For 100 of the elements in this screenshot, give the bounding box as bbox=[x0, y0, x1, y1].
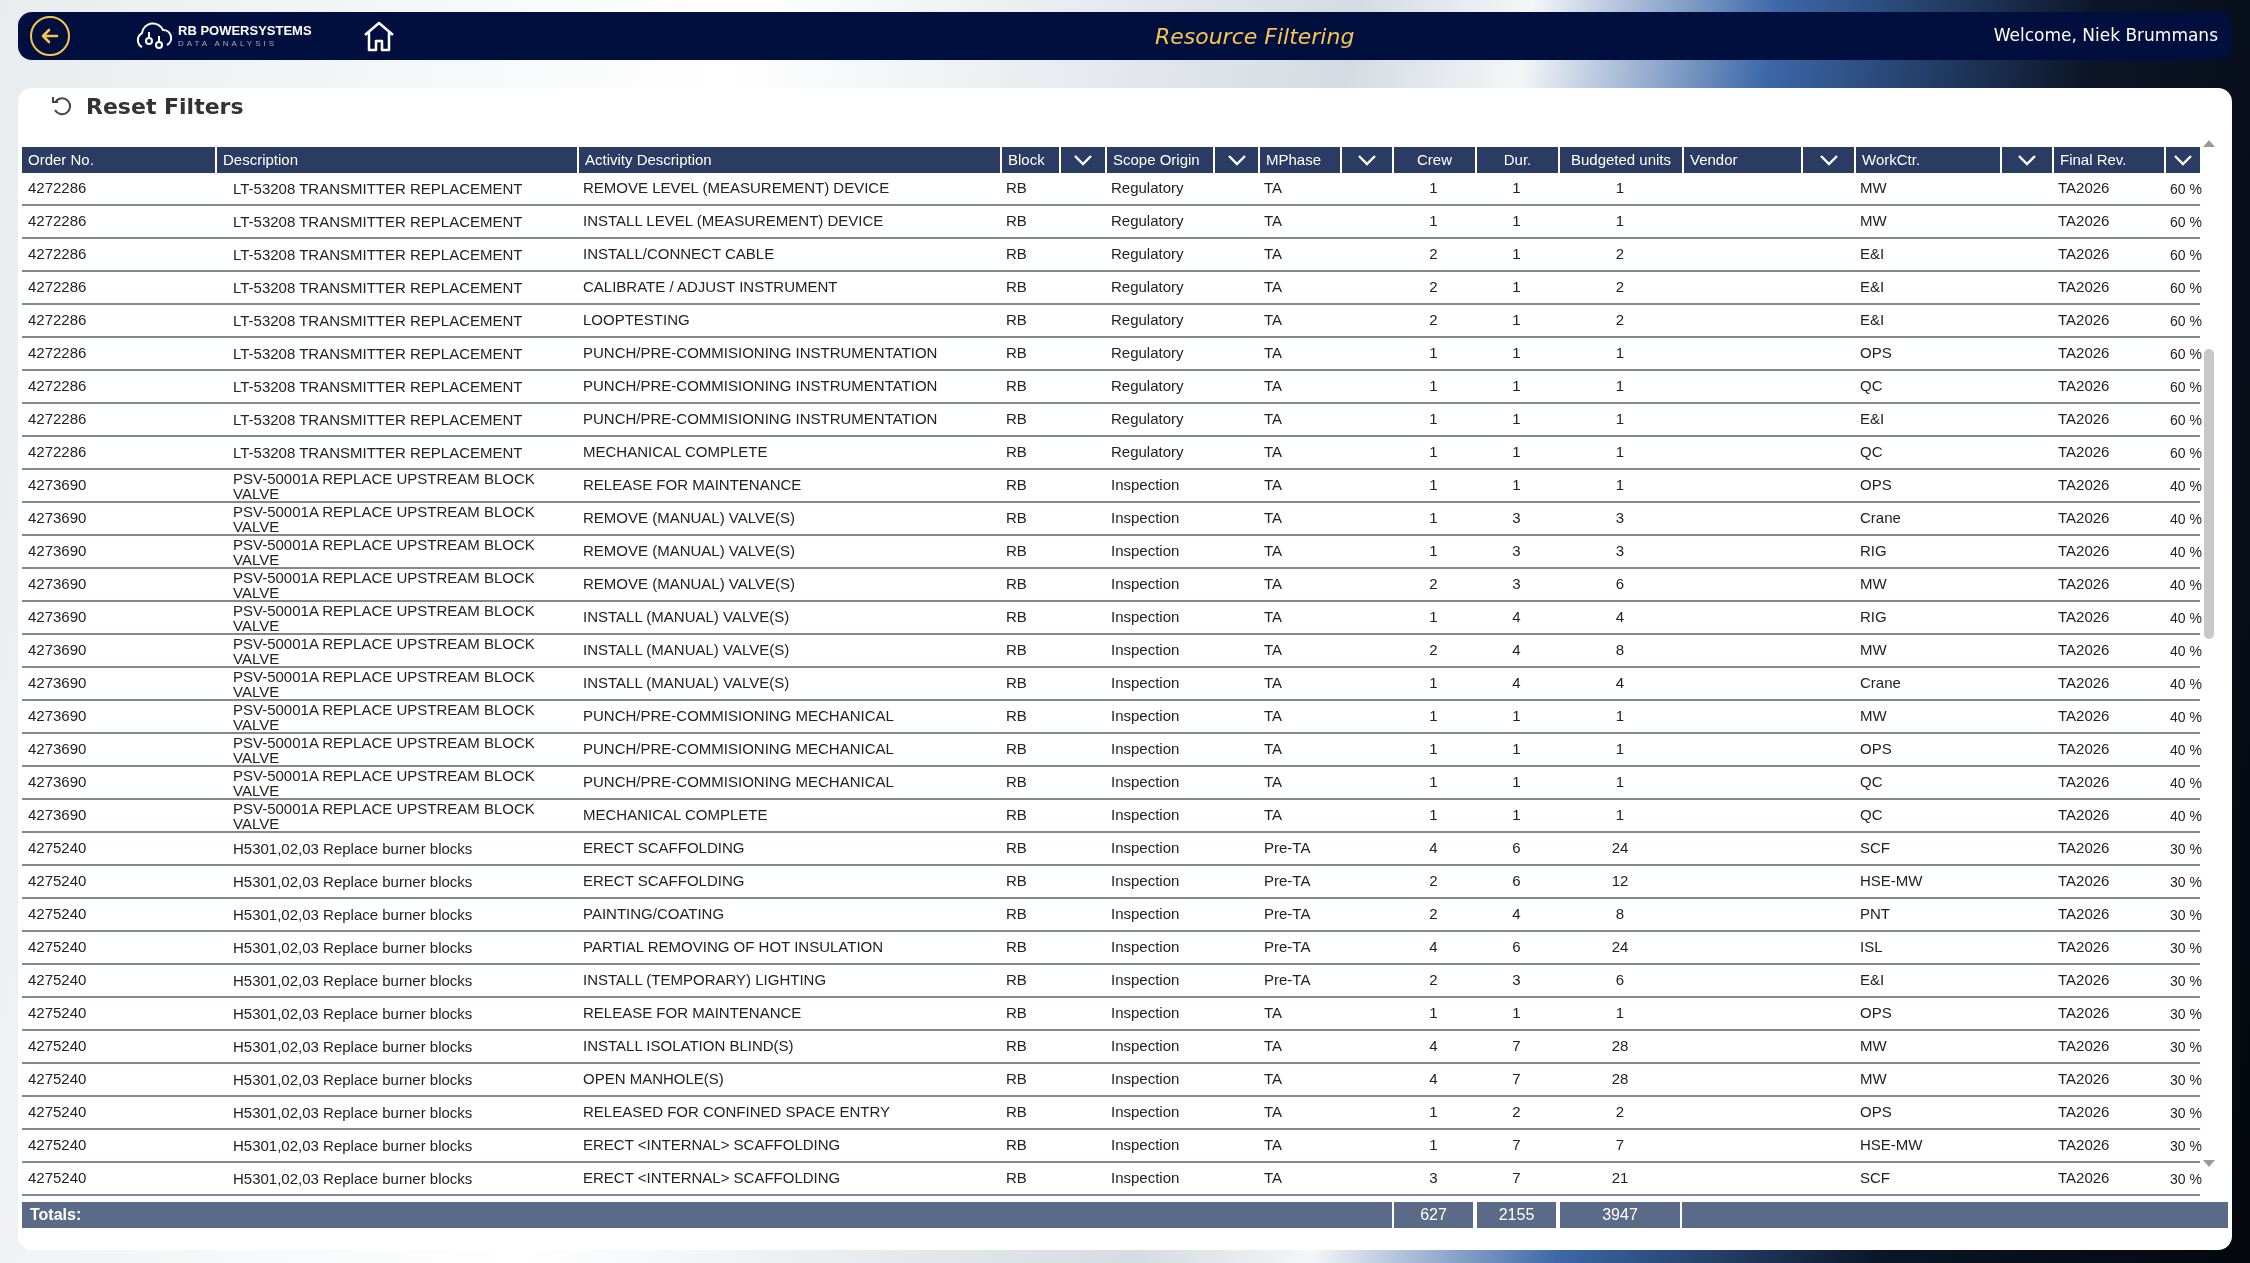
column-header: Final Rev. bbox=[2052, 147, 2164, 173]
table-cell-text: LT-53208 TRANSMITTER REPLACEMENT bbox=[232, 379, 524, 394]
table-cell-text: PUNCH/PRE-COMMISIONING MECHANICAL bbox=[582, 739, 895, 760]
table-cell-text: PSV-50001A REPLACE UPSTREAM BLOCK VALVE bbox=[232, 569, 536, 600]
table-cell-text: 7 bbox=[1614, 1135, 1626, 1156]
table-cell-text: Regulatory bbox=[1110, 178, 1185, 199]
table-cell-text: 7 bbox=[1511, 1036, 1522, 1057]
table-cell-text: 1 bbox=[1511, 442, 1522, 463]
table-cell-text: 30 % bbox=[2169, 906, 2200, 925]
table-cell-text: LT-53208 TRANSMITTER REPLACEMENT bbox=[232, 247, 524, 262]
table-cell-text: INSTALL ISOLATION BLIND(S) bbox=[582, 1036, 795, 1057]
reset-filters-button[interactable]: Reset Filters bbox=[50, 88, 244, 124]
back-button[interactable] bbox=[30, 16, 70, 56]
table-cell-text: 2 bbox=[1614, 1102, 1626, 1123]
table-cell-text: TA2026 bbox=[2057, 1102, 2111, 1123]
table-cell-text: TA2026 bbox=[2057, 1168, 2111, 1189]
table-cell-text: OPS bbox=[1859, 475, 1893, 496]
table-cell-text: 30 % bbox=[2169, 873, 2200, 892]
table-cell-text: Inspection bbox=[1110, 574, 1181, 595]
table-cell-text: SCF bbox=[1859, 1168, 1891, 1189]
table-cell-text: MECHANICAL COMPLETE bbox=[582, 805, 769, 826]
table-cell-text: 40 % bbox=[2169, 642, 2200, 661]
table-cell-text: H5301,02,03 Replace burner blocks bbox=[232, 907, 474, 922]
column-header: Description bbox=[215, 147, 577, 173]
table-cell-text: 2 bbox=[1428, 574, 1439, 595]
table-cell-text: Inspection bbox=[1110, 1003, 1181, 1024]
table-cell-text: Regulatory bbox=[1110, 211, 1185, 232]
table-cell-text: TA bbox=[1263, 673, 1284, 694]
table-cell-text: 1 bbox=[1511, 805, 1522, 826]
table-cell-text: Inspection bbox=[1110, 772, 1181, 793]
table-cell-text: 1 bbox=[1428, 409, 1439, 430]
table-cell-text: 4275240 bbox=[27, 1135, 88, 1156]
table-cell-text: RB bbox=[1005, 1069, 1028, 1090]
table-cell-text: TA bbox=[1263, 508, 1284, 529]
table-cell-text: 4272286 bbox=[27, 310, 88, 331]
total-value: 2155 bbox=[1475, 1202, 1558, 1228]
scroll-thumb[interactable] bbox=[2204, 349, 2214, 639]
table-cell-text: TA bbox=[1263, 706, 1284, 727]
table-cell-text: LT-53208 TRANSMITTER REPLACEMENT bbox=[232, 181, 524, 196]
table-cell-text: Inspection bbox=[1110, 871, 1181, 892]
table-cell-text: 4 bbox=[1614, 607, 1626, 628]
table-cell-text: 6 bbox=[1614, 970, 1626, 991]
table-cell-text: 24 bbox=[1610, 838, 1630, 859]
table-cell-text: REMOVE (MANUAL) VALVE(S) bbox=[582, 508, 796, 529]
page-title: Resource Filtering bbox=[1154, 23, 1355, 49]
table-cell-text: RB bbox=[1005, 1036, 1028, 1057]
table-cell-text: TA2026 bbox=[2057, 739, 2111, 760]
table-cell-text: 3 bbox=[1511, 970, 1522, 991]
table-cell-text: RB bbox=[1005, 508, 1028, 529]
table-cell-text: 1 bbox=[1511, 739, 1522, 760]
table-cell-text: TA bbox=[1263, 475, 1284, 496]
table-cell-text: 1 bbox=[1428, 343, 1439, 364]
table-cell-text: 7 bbox=[1511, 1168, 1522, 1189]
table-cell-text: TA2026 bbox=[2057, 475, 2111, 496]
table-cell-text: TA bbox=[1263, 1069, 1284, 1090]
table-cell-text: TA bbox=[1263, 541, 1284, 562]
table-cell-text: 40 % bbox=[2169, 477, 2200, 496]
table-cell-text: 3 bbox=[1614, 508, 1626, 529]
table-cell-text: PSV-50001A REPLACE UPSTREAM BLOCK VALVE bbox=[232, 536, 536, 567]
table-cell-text: 40 % bbox=[2169, 510, 2200, 529]
table-cell-text: TA bbox=[1263, 442, 1284, 463]
column-header: MPhase bbox=[1258, 147, 1340, 173]
table-cell-text: 60 % bbox=[2169, 312, 2200, 331]
table-cell-text: 60 % bbox=[2169, 279, 2200, 298]
table-cell-text: INSTALL (TEMPORARY) LIGHTING bbox=[582, 970, 828, 991]
table-cell-text: ERECT SCAFFOLDING bbox=[582, 838, 746, 859]
table-cell-text: TA2026 bbox=[2057, 640, 2111, 661]
table-cell-text: Pre-TA bbox=[1263, 904, 1312, 925]
table-cell-text: INSTALL LEVEL (MEASUREMENT) DEVICE bbox=[582, 211, 885, 232]
scroll-down-icon[interactable] bbox=[2202, 1159, 2216, 1169]
table-cell-text: PSV-50001A REPLACE UPSTREAM BLOCK VALVE bbox=[232, 800, 536, 831]
table-cell-text: 1 bbox=[1511, 1003, 1522, 1024]
table-cell-text: TA2026 bbox=[2057, 211, 2111, 232]
table-cell-text: H5301,02,03 Replace burner blocks bbox=[232, 841, 474, 856]
table-cell-text: TA2026 bbox=[2057, 1036, 2111, 1057]
table-cell-text: Inspection bbox=[1110, 805, 1181, 826]
table-cell-text: 4 bbox=[1428, 937, 1439, 958]
scroll-up-icon[interactable] bbox=[2202, 138, 2216, 148]
table-cell-text: ERECT SCAFFOLDING bbox=[582, 871, 746, 892]
table-cell-text: TA2026 bbox=[2057, 442, 2111, 463]
column-header: Vendor bbox=[1682, 147, 1801, 173]
table-cell-text: PUNCH/PRE-COMMISIONING MECHANICAL bbox=[582, 706, 895, 727]
table-cell-text: H5301,02,03 Replace burner blocks bbox=[232, 1138, 474, 1153]
table-cell-text: RB bbox=[1005, 1003, 1028, 1024]
table-cell-text: RELEASE FOR MAINTENANCE bbox=[582, 475, 803, 496]
table-cell-text: PSV-50001A REPLACE UPSTREAM BLOCK VALVE bbox=[232, 470, 536, 501]
table-cell-text: 2 bbox=[1614, 244, 1626, 265]
table-cell-text: 8 bbox=[1614, 640, 1626, 661]
table-cell-text: RB bbox=[1005, 244, 1028, 265]
table-cell-text: PSV-50001A REPLACE UPSTREAM BLOCK VALVE bbox=[232, 767, 536, 798]
table-cell-text: 4275240 bbox=[27, 871, 88, 892]
table-cell-text: RB bbox=[1005, 178, 1028, 199]
table-cell-text: 2 bbox=[1614, 310, 1626, 331]
chevron-down-icon bbox=[2173, 154, 2193, 166]
table-cell-text: OPS bbox=[1859, 739, 1893, 760]
table-cell-text: 1 bbox=[1428, 541, 1439, 562]
table-cell-text: 1 bbox=[1511, 772, 1522, 793]
table-cell-text: RELEASED FOR CONFINED SPACE ENTRY bbox=[582, 1102, 891, 1123]
table-cell-text: RB bbox=[1005, 805, 1028, 826]
table-cell-text: 1 bbox=[1614, 805, 1626, 826]
